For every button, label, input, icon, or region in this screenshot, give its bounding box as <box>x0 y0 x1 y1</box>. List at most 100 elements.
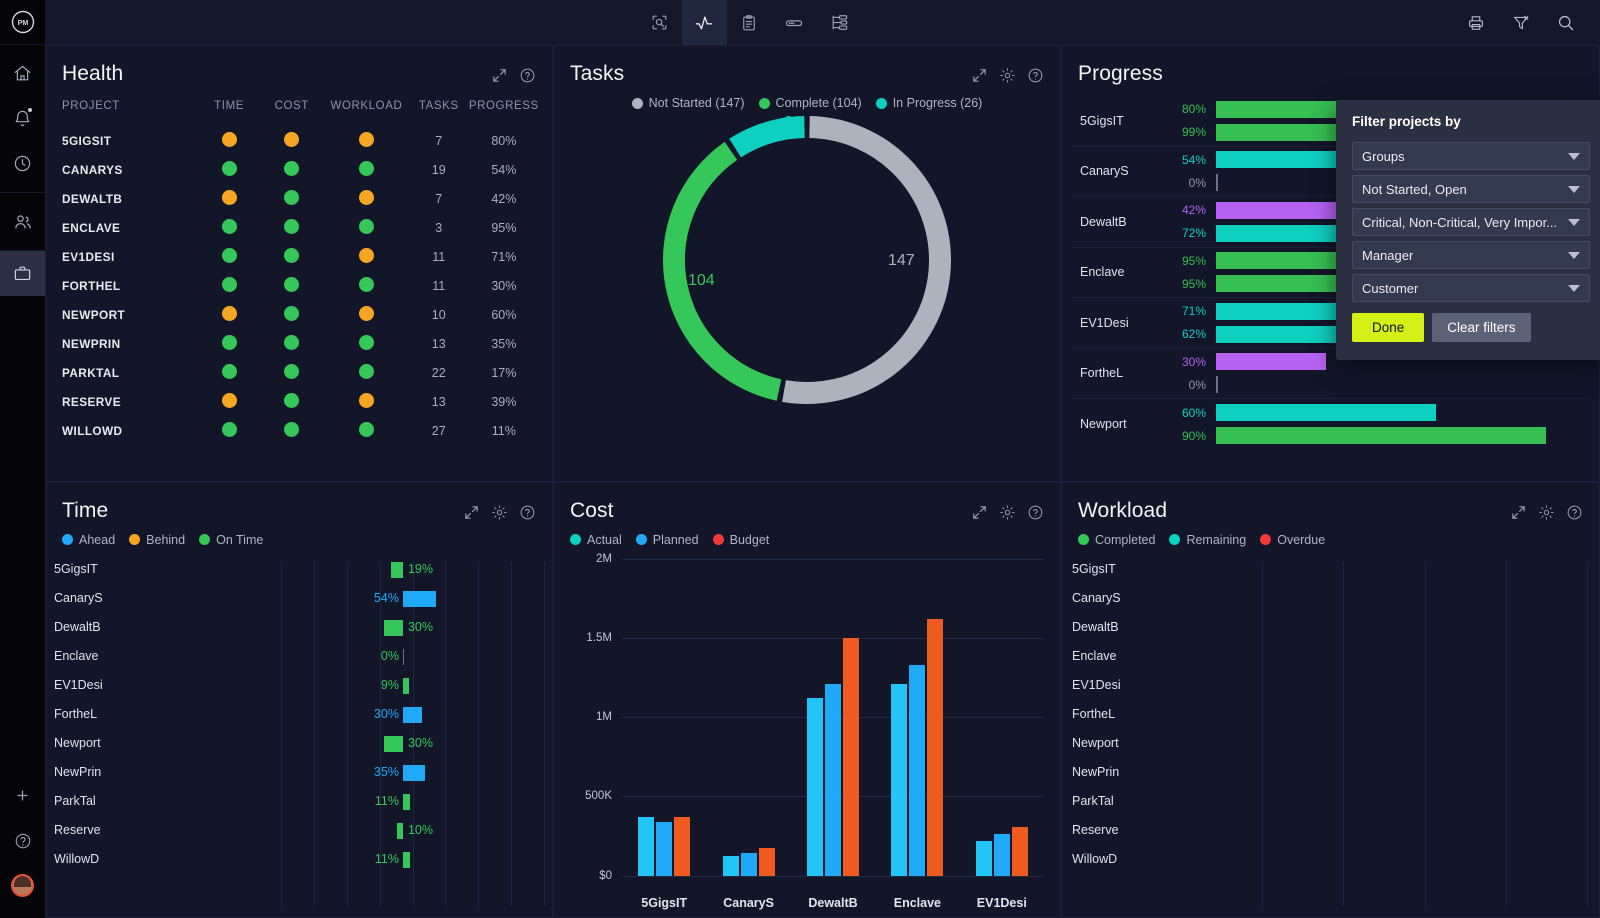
time-bar[interactable] <box>402 793 410 810</box>
avatar[interactable] <box>0 863 45 908</box>
table-row[interactable]: NEWPORT 10 60% <box>58 300 540 329</box>
sidebar-item-notifications[interactable] <box>0 96 45 141</box>
cost-bar[interactable] <box>638 816 655 876</box>
time-bar[interactable] <box>384 619 403 636</box>
workload-row[interactable]: WillowD <box>1062 845 1599 874</box>
sidebar-item-team[interactable] <box>0 199 45 244</box>
workload-legend-item[interactable]: Overdue <box>1260 533 1325 547</box>
time-bar[interactable] <box>402 764 425 781</box>
cost-bar[interactable] <box>825 683 841 876</box>
cost-legend-item[interactable]: Budget <box>712 533 769 547</box>
cost-bar[interactable] <box>656 822 673 876</box>
hierarchy-icon[interactable] <box>817 0 862 45</box>
time-bar[interactable] <box>402 677 409 694</box>
workload-row[interactable]: Enclave <box>1062 642 1599 671</box>
donut-segment[interactable] <box>663 141 782 401</box>
gear-icon[interactable] <box>999 504 1016 521</box>
expand-icon[interactable] <box>463 504 480 521</box>
activity-icon[interactable] <box>681 0 727 45</box>
cost-bar[interactable] <box>740 853 757 876</box>
donut-segment[interactable] <box>782 116 951 404</box>
status-select[interactable]: Not Started, Open <box>1352 175 1590 203</box>
app-logo[interactable]: PM <box>0 0 45 45</box>
help-icon[interactable] <box>1027 504 1044 521</box>
time-bar[interactable] <box>391 561 403 578</box>
workload-row[interactable]: NewPrin <box>1062 758 1599 787</box>
clipboard-icon[interactable] <box>727 0 772 45</box>
help-icon[interactable] <box>519 504 536 521</box>
workload-row[interactable]: EV1Desi <box>1062 671 1599 700</box>
customer-select[interactable]: Customer <box>1352 274 1590 302</box>
table-row[interactable]: CANARYS 19 54% <box>58 155 540 184</box>
help-icon[interactable] <box>1566 504 1583 521</box>
cost-bar[interactable] <box>927 618 944 876</box>
scan-search-icon[interactable] <box>637 0 682 45</box>
time-bar[interactable] <box>402 590 437 607</box>
time-legend-item[interactable]: On Time <box>199 533 263 547</box>
table-row[interactable]: NEWPRIN 13 35% <box>58 329 540 358</box>
search-icon[interactable] <box>1543 0 1588 45</box>
workload-row[interactable]: FortheL <box>1062 700 1599 729</box>
time-row[interactable]: Newport 30% <box>46 729 552 758</box>
cost-bar[interactable] <box>909 664 926 876</box>
expand-icon[interactable] <box>971 67 988 84</box>
cost-bar[interactable] <box>993 833 1010 876</box>
expand-icon[interactable] <box>491 67 508 84</box>
table-row[interactable]: FORTHEL 11 30% <box>58 271 540 300</box>
help-icon[interactable] <box>1027 67 1044 84</box>
time-legend-item[interactable]: Behind <box>129 533 185 547</box>
clear-filters-button[interactable]: Clear filters <box>1432 313 1531 342</box>
time-row[interactable]: Enclave 0% <box>46 642 552 671</box>
table-row[interactable]: 5GIGSIT 7 80% <box>58 126 540 155</box>
time-row[interactable]: CanaryS 54% <box>46 584 552 613</box>
workload-row[interactable]: Reserve <box>1062 816 1599 845</box>
time-legend-item[interactable]: Ahead <box>62 533 115 547</box>
time-row[interactable]: NewPrin 35% <box>46 758 552 787</box>
expand-icon[interactable] <box>1510 504 1527 521</box>
help-icon[interactable] <box>519 67 536 84</box>
cost-bar[interactable] <box>758 847 775 876</box>
gear-icon[interactable] <box>999 67 1016 84</box>
workload-row[interactable]: CanaryS <box>1062 584 1599 613</box>
manager-select[interactable]: Manager <box>1352 241 1590 269</box>
cost-bar[interactable] <box>891 683 908 876</box>
cost-legend-item[interactable]: Planned <box>635 533 699 547</box>
board-icon[interactable] <box>772 0 817 45</box>
time-bar[interactable] <box>384 735 403 752</box>
time-bar[interactable] <box>396 822 403 839</box>
sidebar-item-recent[interactable] <box>0 141 45 186</box>
time-row[interactable]: Reserve 10% <box>46 816 552 845</box>
cost-legend-item[interactable]: Actual <box>570 533 622 547</box>
progress-row[interactable]: Newport 60% 90% <box>1072 399 1583 450</box>
cost-bar[interactable] <box>674 816 691 876</box>
done-button[interactable]: Done <box>1352 313 1425 342</box>
table-row[interactable]: ENCLAVE 3 95% <box>58 213 540 242</box>
filter-clear-icon[interactable] <box>1498 0 1543 45</box>
expand-icon[interactable] <box>971 504 988 521</box>
sidebar-item-projects[interactable] <box>0 251 45 296</box>
table-row[interactable]: RESERVE 13 39% <box>58 387 540 416</box>
help-icon[interactable] <box>0 818 45 863</box>
time-row[interactable]: WillowD 11% <box>46 845 552 874</box>
gear-icon[interactable] <box>1538 504 1555 521</box>
table-row[interactable]: WILLOWD 27 11% <box>58 416 540 445</box>
priority-select[interactable]: Critical, Non-Critical, Very Impor... <box>1352 208 1590 236</box>
workload-legend-item[interactable]: Completed <box>1078 533 1155 547</box>
cost-bar[interactable] <box>722 855 739 876</box>
time-row[interactable]: ParkTal 11% <box>46 787 552 816</box>
print-icon[interactable] <box>1453 0 1498 45</box>
groups-select[interactable]: Groups <box>1352 142 1590 170</box>
time-row[interactable]: 5GigsIT 19% <box>46 555 552 584</box>
workload-row[interactable]: Newport <box>1062 729 1599 758</box>
gear-icon[interactable] <box>491 504 508 521</box>
workload-legend-item[interactable]: Remaining <box>1169 533 1246 547</box>
table-row[interactable]: PARKTAL 22 17% <box>58 358 540 387</box>
workload-row[interactable]: ParkTal <box>1062 787 1599 816</box>
time-row[interactable]: EV1Desi 9% <box>46 671 552 700</box>
time-row[interactable]: FortheL 30% <box>46 700 552 729</box>
cost-bar[interactable] <box>843 637 859 876</box>
cost-bar[interactable] <box>975 841 992 876</box>
time-row[interactable]: DewaltB 30% <box>46 613 552 642</box>
table-row[interactable]: EV1DESI 11 71% <box>58 242 540 271</box>
time-bar[interactable] <box>402 706 422 723</box>
